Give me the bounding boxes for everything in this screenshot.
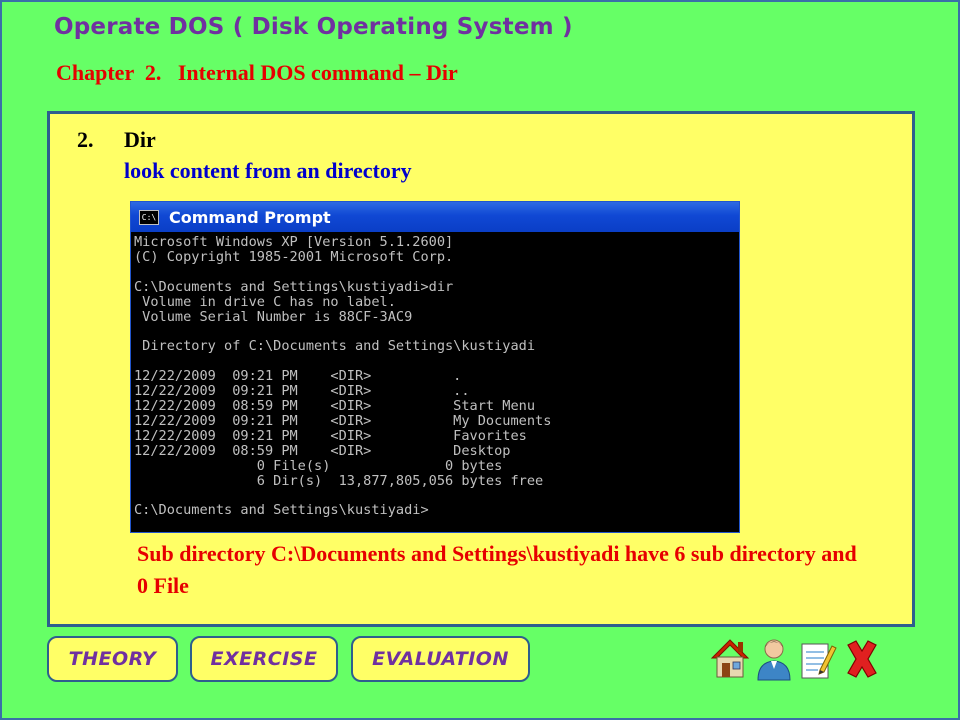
user-icon[interactable] <box>754 636 794 682</box>
item-description: look content from an directory <box>124 158 412 183</box>
command-prompt-titlebar[interactable]: C:\ Command Prompt <box>131 202 739 232</box>
exercise-button[interactable]: EXERCISE <box>190 636 338 682</box>
close-icon[interactable] <box>842 636 882 682</box>
nav-icon-bar <box>710 636 882 682</box>
item-title: Dir <box>124 127 156 152</box>
home-icon[interactable] <box>710 636 750 682</box>
chapter-heading: Chapter 2. Internal DOS command – Dir <box>56 60 458 85</box>
command-prompt-output: Microsoft Windows XP [Version 5.1.2600] … <box>134 234 552 519</box>
notepad-icon[interactable] <box>798 636 838 682</box>
command-prompt-title: Command Prompt <box>169 207 331 227</box>
evaluation-button[interactable]: EVALUATION <box>351 636 530 682</box>
content-panel: 2. Dir look content from an directory C:… <box>47 111 915 627</box>
command-prompt-icon: C:\ <box>139 209 159 225</box>
page-title: Operate DOS ( Disk Operating System ) <box>54 14 573 40</box>
theory-button[interactable]: THEORY <box>47 636 178 682</box>
item-number: 2. <box>77 127 94 152</box>
command-prompt-window: C:\ Command Prompt Microsoft Windows XP … <box>130 201 740 533</box>
explanation-note: Sub directory C:\Documents and Settings\… <box>137 541 857 598</box>
